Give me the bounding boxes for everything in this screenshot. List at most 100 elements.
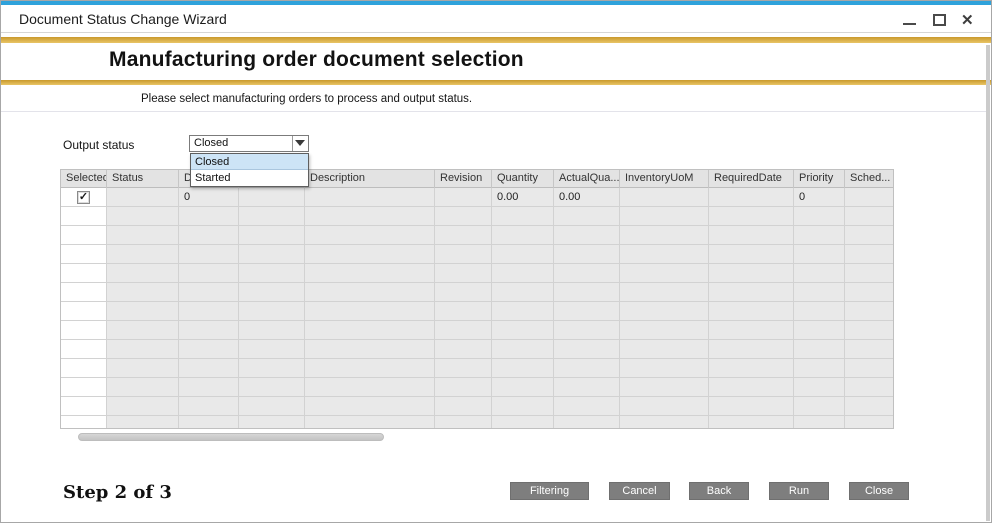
maximize-button[interactable] — [931, 11, 949, 29]
maximize-icon — [933, 14, 946, 26]
table-cell — [620, 359, 709, 378]
combobox-arrow-button[interactable] — [292, 136, 308, 151]
table-cell — [179, 340, 239, 359]
table-cell — [435, 359, 492, 378]
table-cell — [845, 226, 894, 245]
table-cell: 0 — [179, 188, 239, 207]
table-cell — [620, 188, 709, 207]
selected-cell — [61, 416, 107, 429]
table-body: ✓ 0 0.000.00 0 — [61, 188, 893, 429]
column-header-quantity[interactable]: Quantity — [492, 170, 554, 188]
table-cell: 0.00 — [554, 188, 620, 207]
table-cell — [620, 245, 709, 264]
table-cell — [794, 397, 845, 416]
column-header-requireddate[interactable]: RequiredDate — [709, 170, 794, 188]
chevron-down-icon — [295, 140, 305, 146]
table-row — [61, 245, 893, 264]
table-cell: 0 — [794, 188, 845, 207]
table-cell — [794, 264, 845, 283]
table-cell — [239, 359, 305, 378]
wizard-window: Document Status Change Wizard ✕ Manufact… — [0, 0, 992, 523]
table-cell — [709, 321, 794, 340]
table-cell — [794, 226, 845, 245]
selected-cell — [61, 359, 107, 378]
table-cell — [709, 245, 794, 264]
table-cell — [845, 416, 894, 429]
back-button[interactable]: Back — [689, 482, 749, 500]
table-cell — [554, 359, 620, 378]
table-cell — [794, 340, 845, 359]
table-cell — [845, 340, 894, 359]
close-button[interactable]: ✕ — [959, 11, 977, 29]
column-header-sched[interactable]: Sched... — [845, 170, 894, 188]
table-cell — [179, 245, 239, 264]
table-cell — [492, 283, 554, 302]
table-cell — [305, 416, 435, 429]
table-cell — [305, 188, 435, 207]
table-cell — [794, 378, 845, 397]
selected-cell — [61, 264, 107, 283]
run-button[interactable]: Run — [769, 482, 829, 500]
dropdown-option-closed[interactable]: Closed — [191, 154, 308, 170]
table-cell — [492, 378, 554, 397]
table-cell — [107, 226, 179, 245]
row-select-checkbox[interactable]: ✓ — [77, 191, 90, 204]
table-cell — [179, 302, 239, 321]
table-cell — [492, 302, 554, 321]
dropdown-option-started[interactable]: Started — [191, 170, 308, 186]
output-status-label: Output status — [63, 138, 134, 152]
close-wizard-button[interactable]: Close — [849, 482, 909, 500]
page-subtitle: Please select manufacturing orders to pr… — [141, 93, 472, 105]
cancel-button[interactable]: Cancel — [609, 482, 670, 500]
table-cell — [492, 207, 554, 226]
table-cell — [492, 359, 554, 378]
table-cell: 0.00 — [492, 188, 554, 207]
table-cell — [554, 264, 620, 283]
table-cell — [179, 397, 239, 416]
column-header-status[interactable]: Status — [107, 170, 179, 188]
table-cell — [239, 245, 305, 264]
table-cell — [845, 264, 894, 283]
table-cell — [620, 378, 709, 397]
table-cell — [709, 264, 794, 283]
column-header-inventoryuom[interactable]: InventoryUoM — [620, 170, 709, 188]
titlebar[interactable]: Document Status Change Wizard ✕ — [1, 5, 991, 33]
output-status-combobox[interactable]: Closed — [189, 135, 309, 152]
table-cell — [845, 245, 894, 264]
column-header-priority[interactable]: Priority — [794, 170, 845, 188]
table-cell — [435, 397, 492, 416]
minimize-button[interactable] — [901, 11, 919, 29]
table-cell — [107, 359, 179, 378]
table-cell — [845, 397, 894, 416]
table-cell — [492, 226, 554, 245]
selected-cell — [61, 397, 107, 416]
table-cell — [305, 378, 435, 397]
column-header-actualqua[interactable]: ActualQua... — [554, 170, 620, 188]
filtering-button[interactable]: Filtering — [510, 482, 589, 500]
column-header-description[interactable]: Description — [305, 170, 435, 188]
table-cell — [554, 321, 620, 340]
table-cell — [620, 416, 709, 429]
table-cell — [845, 302, 894, 321]
table-cell — [107, 397, 179, 416]
column-header-selected[interactable]: Selected — [61, 170, 107, 188]
section-divider — [1, 111, 987, 112]
table-cell — [845, 378, 894, 397]
column-header-revision[interactable]: Revision — [435, 170, 492, 188]
output-status-listbox[interactable]: ClosedStarted — [190, 153, 309, 187]
table-cell — [239, 397, 305, 416]
table-cell — [492, 321, 554, 340]
table-cell — [239, 283, 305, 302]
table-cell — [305, 340, 435, 359]
table-cell — [435, 378, 492, 397]
horizontal-scrollbar-thumb[interactable] — [78, 433, 384, 441]
table-cell — [239, 188, 305, 207]
table-cell — [305, 359, 435, 378]
table-cell — [435, 264, 492, 283]
table-cell — [435, 302, 492, 321]
table-cell — [435, 226, 492, 245]
combobox-value: Closed — [194, 137, 228, 149]
table-cell — [620, 207, 709, 226]
table-cell — [794, 321, 845, 340]
table-cell — [179, 283, 239, 302]
